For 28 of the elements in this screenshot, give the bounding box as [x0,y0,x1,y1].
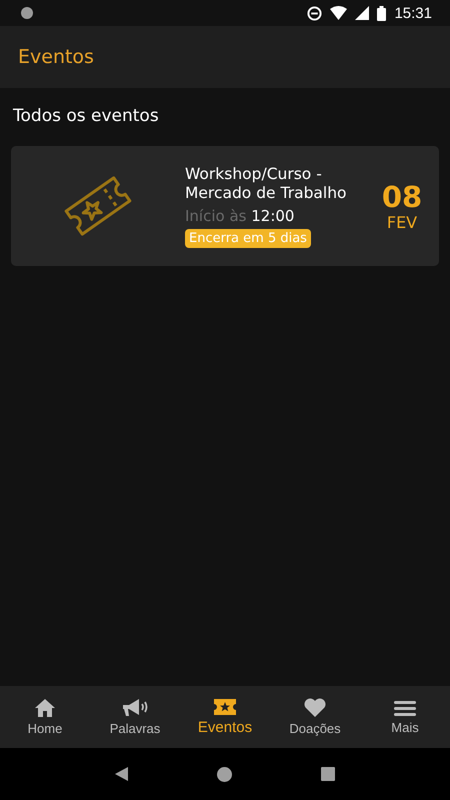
signal-icon [355,6,370,20]
battery-icon [377,6,386,20]
section-title: Todos os eventos [12,106,160,126]
do-not-disturb-icon [307,6,322,20]
home-icon [34,698,56,718]
nav-tab[interactable]: Eventos [180,686,270,748]
notification-icon [20,6,34,20]
event-start-time: Início às 12:00 [185,206,296,224]
back-icon[interactable] [114,767,128,781]
nav-tab[interactable]: Mais [360,686,450,748]
heart-icon [303,698,327,718]
recents-icon[interactable] [321,767,336,781]
app-bar-title: Eventos [18,46,94,68]
menu-icon [393,699,417,717]
ticket-icon [213,698,237,716]
closing-badge: Encerra em 5 dias [185,228,311,248]
event-card[interactable]: Workshop/Curso - Mercado de Trabalho Início às 12:00 Encerra em 5 dias 08 FEV [11,146,439,266]
event-month: FEV [386,212,418,232]
event-title: Workshop/Curso - Mercado de Trabalho [185,164,348,202]
status-time: 15:31 [394,4,432,22]
ticket-icon [63,174,133,238]
nav-tab[interactable]: Doações [270,686,360,748]
home-button-icon[interactable] [216,766,232,782]
nav-tab[interactable]: Palavras [90,686,180,748]
nav-tab[interactable]: Home [0,686,90,748]
event-day: 08 [382,180,422,212]
wifi-icon [330,6,348,20]
megaphone-icon [121,698,149,718]
